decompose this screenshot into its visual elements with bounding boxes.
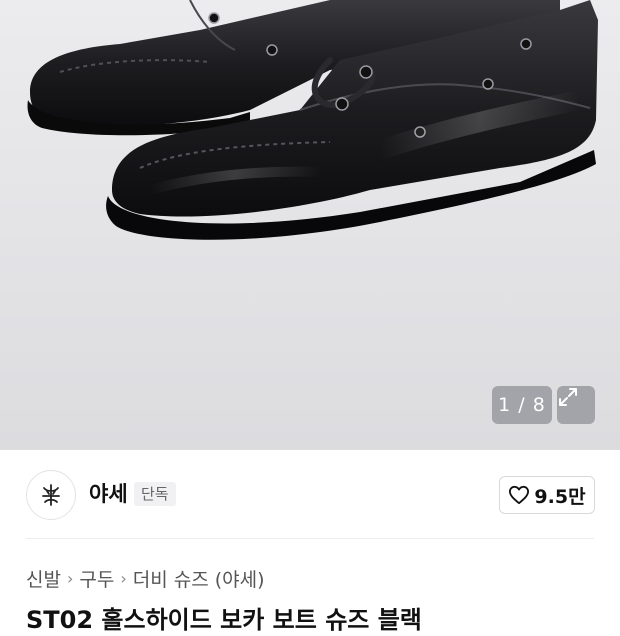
breadcrumb-item-dress-shoes[interactable]: 구두 <box>79 565 114 592</box>
divider <box>26 538 594 539</box>
breadcrumb-item-shoes[interactable]: 신발 <box>26 565 61 592</box>
expand-arrows-icon <box>559 388 577 406</box>
chevron-right-icon: › <box>66 568 74 588</box>
like-count: 9.5만 <box>534 485 586 508</box>
heart-outline-icon <box>509 485 530 505</box>
image-counter: 1 / 8 <box>492 386 552 424</box>
like-button[interactable]: 9.5만 <box>499 476 595 514</box>
chevron-right-icon: › <box>120 568 127 588</box>
expand-button[interactable] <box>557 386 595 424</box>
product-image-gallery[interactable]: 1 / 8 <box>0 0 620 450</box>
breadcrumb: 신발 › 구두 › 더비 슈즈 (야세) <box>26 562 265 594</box>
brand-name[interactable]: 야세 <box>89 478 128 510</box>
exclusive-badge: 단독 <box>134 482 176 506</box>
product-title: ST02 홀스하이드 보카 보트 슈즈 블랙 <box>26 606 422 634</box>
product-photo-boat-shoes <box>27 0 598 240</box>
breadcrumb-item-derby-shoes[interactable]: 더비 슈즈 (야세) <box>133 565 265 592</box>
brand-logo-icon <box>42 484 60 506</box>
brand-logo-button[interactable] <box>26 470 76 520</box>
